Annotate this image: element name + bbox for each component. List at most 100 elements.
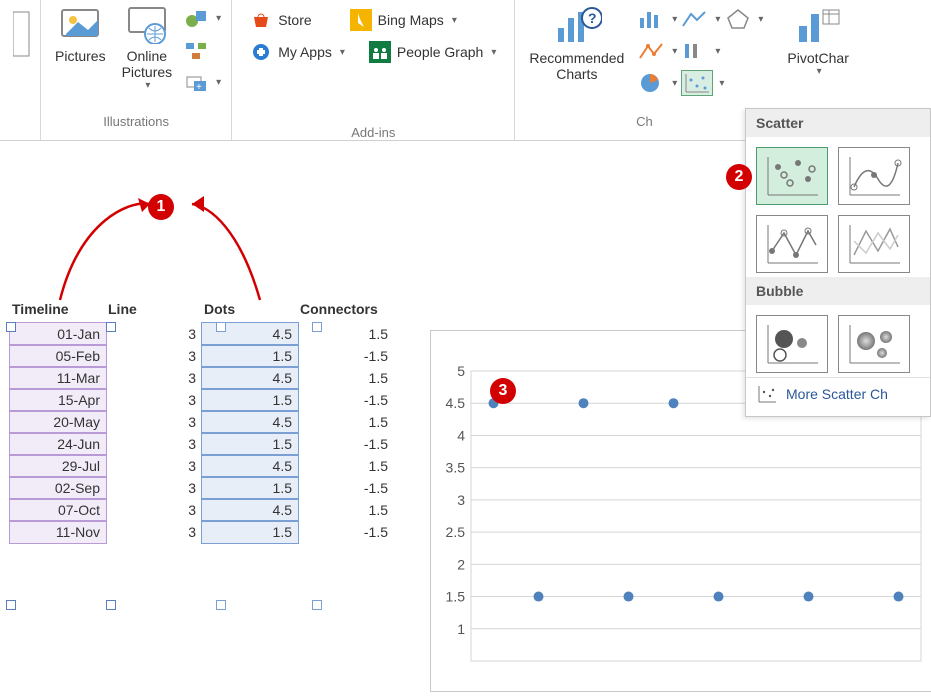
table-row[interactable]: 02-Sep31.5-1.5 [10, 477, 394, 499]
hierarchy-icon [638, 40, 666, 62]
table-row[interactable]: 20-May34.51.5 [10, 411, 394, 433]
cell[interactable]: 11-Mar [10, 367, 106, 389]
cell[interactable]: 3 [106, 521, 202, 543]
ribbon-group-truncated [4, 0, 41, 140]
table-row[interactable]: 11-Nov31.5-1.5 [10, 521, 394, 543]
bing-maps-button[interactable]: Bing Maps ▾ [346, 6, 461, 34]
people-graph-button[interactable]: People Graph ▾ [365, 38, 500, 66]
cell[interactable]: 3 [106, 411, 202, 433]
panel-header-scatter: Scatter [746, 109, 930, 137]
pie-chart-icon [638, 72, 666, 94]
table-row[interactable]: 15-Apr31.5-1.5 [10, 389, 394, 411]
bubble-3d-option[interactable] [838, 315, 910, 373]
ribbon-group-charts: ? Recommended Charts ▾ ▾ ▾ ▾ ▾ ▾ ▾ [515, 0, 773, 140]
svg-text:1.5: 1.5 [446, 589, 466, 605]
cell[interactable]: 1.5 [202, 477, 298, 499]
cell[interactable]: 29-Jul [10, 455, 106, 477]
table-row[interactable]: 01-Jan34.51.5 [10, 323, 394, 345]
pictures-icon [58, 4, 102, 44]
svg-text:5: 5 [457, 363, 465, 379]
line-chart-icon [681, 8, 709, 30]
bar-chart-icon [638, 8, 666, 30]
cell[interactable]: -1.5 [298, 433, 394, 455]
annotation-badge-3: 3 [490, 378, 516, 404]
cell[interactable]: -1.5 [298, 477, 394, 499]
cell[interactable]: 1.5 [298, 455, 394, 477]
scatter-smooth-markers-option[interactable] [838, 147, 910, 205]
my-apps-button[interactable]: My Apps ▾ [246, 38, 349, 66]
cell[interactable]: 11-Nov [10, 521, 106, 543]
cell[interactable]: 1.5 [298, 499, 394, 521]
cell[interactable]: 1.5 [202, 433, 298, 455]
scatter-chart-button[interactable] [681, 70, 713, 96]
cell[interactable]: 3 [106, 499, 202, 521]
cell[interactable]: 4.5 [202, 411, 298, 433]
recommended-charts-icon: ? [552, 4, 602, 46]
pictures-button[interactable]: Pictures [47, 0, 114, 64]
cell[interactable]: 15-Apr [10, 389, 106, 411]
cell[interactable]: 07-Oct [10, 499, 106, 521]
cell[interactable]: 24-Jun [10, 433, 106, 455]
cell[interactable]: -1.5 [298, 521, 394, 543]
cell[interactable]: 3 [106, 345, 202, 367]
scatter-straight-markers-option[interactable] [756, 215, 828, 273]
cell[interactable]: 4.5 [202, 499, 298, 521]
svg-text:2: 2 [457, 556, 465, 572]
people-graph-icon [369, 41, 391, 63]
cell[interactable]: 1.5 [202, 345, 298, 367]
cell[interactable]: 4.5 [202, 455, 298, 477]
cell[interactable]: 4.5 [202, 367, 298, 389]
cell[interactable]: 3 [106, 367, 202, 389]
shapes-icon [184, 7, 208, 29]
pie-chart-button[interactable] [638, 72, 666, 94]
cell[interactable]: 3 [106, 433, 202, 455]
table-row[interactable]: 05-Feb31.5-1.5 [10, 345, 394, 367]
cell[interactable]: 02-Sep [10, 477, 106, 499]
table-row[interactable]: 07-Oct34.51.5 [10, 499, 394, 521]
bubble-option[interactable] [756, 315, 828, 373]
table-row[interactable]: 11-Mar34.51.5 [10, 367, 394, 389]
cell[interactable]: 01-Jan [10, 323, 106, 345]
online-pictures-button[interactable]: Online Pictures ▾ [114, 0, 181, 91]
scatter-only-option[interactable] [756, 147, 828, 205]
cell[interactable]: 05-Feb [10, 345, 106, 367]
stat-chart-button[interactable] [681, 40, 709, 62]
cell[interactable]: -1.5 [298, 389, 394, 411]
bing-icon [350, 9, 372, 31]
scatter-straight-lines-option[interactable] [838, 215, 910, 273]
table-row[interactable]: 29-Jul34.51.5 [10, 455, 394, 477]
shapes-button[interactable]: ▾ [180, 4, 225, 32]
cell[interactable]: 20-May [10, 411, 106, 433]
group-label-illustrations: Illustrations [103, 108, 169, 129]
svg-text:2.5: 2.5 [446, 524, 466, 540]
cell[interactable]: 3 [106, 455, 202, 477]
svg-text:?: ? [588, 10, 597, 26]
annotation-badge-1: 1 [148, 194, 174, 220]
pivot-chart-button[interactable]: PivotChar ▾ [779, 0, 856, 77]
worksheet-area: Timeline Line Dots Connectors 01-Jan34.5… [10, 298, 394, 543]
hier-chart-button[interactable] [638, 40, 666, 62]
cell[interactable]: 1.5 [202, 521, 298, 543]
scatter-mini-icon [756, 384, 778, 404]
cell[interactable]: 3 [106, 389, 202, 411]
pivot-chart-icon [793, 4, 843, 46]
cell[interactable]: 3 [106, 323, 202, 345]
cell[interactable]: 1.5 [202, 389, 298, 411]
cell[interactable]: 1.5 [298, 367, 394, 389]
recommended-charts-button[interactable]: ? Recommended Charts [521, 0, 632, 82]
smartart-button[interactable] [180, 36, 225, 64]
more-scatter-charts-link[interactable]: More Scatter Ch [746, 377, 930, 410]
line-chart-button[interactable] [681, 8, 709, 30]
screenshot-button[interactable]: + ▾ [180, 68, 225, 96]
table-button[interactable] [5, 0, 39, 64]
bar-chart-button[interactable] [638, 8, 666, 30]
radar-chart-button[interactable] [724, 8, 752, 30]
cell[interactable]: 3 [106, 477, 202, 499]
store-icon [250, 9, 272, 31]
table-row[interactable]: 24-Jun31.5-1.5 [10, 433, 394, 455]
cell[interactable]: 1.5 [298, 411, 394, 433]
cell[interactable]: -1.5 [298, 345, 394, 367]
ribbon-group-addins: Store Bing Maps ▾ My Apps ▾ People Graph [232, 0, 515, 140]
store-button[interactable]: Store [246, 6, 315, 34]
data-table[interactable]: Timeline Line Dots Connectors 01-Jan34.5… [10, 298, 394, 543]
